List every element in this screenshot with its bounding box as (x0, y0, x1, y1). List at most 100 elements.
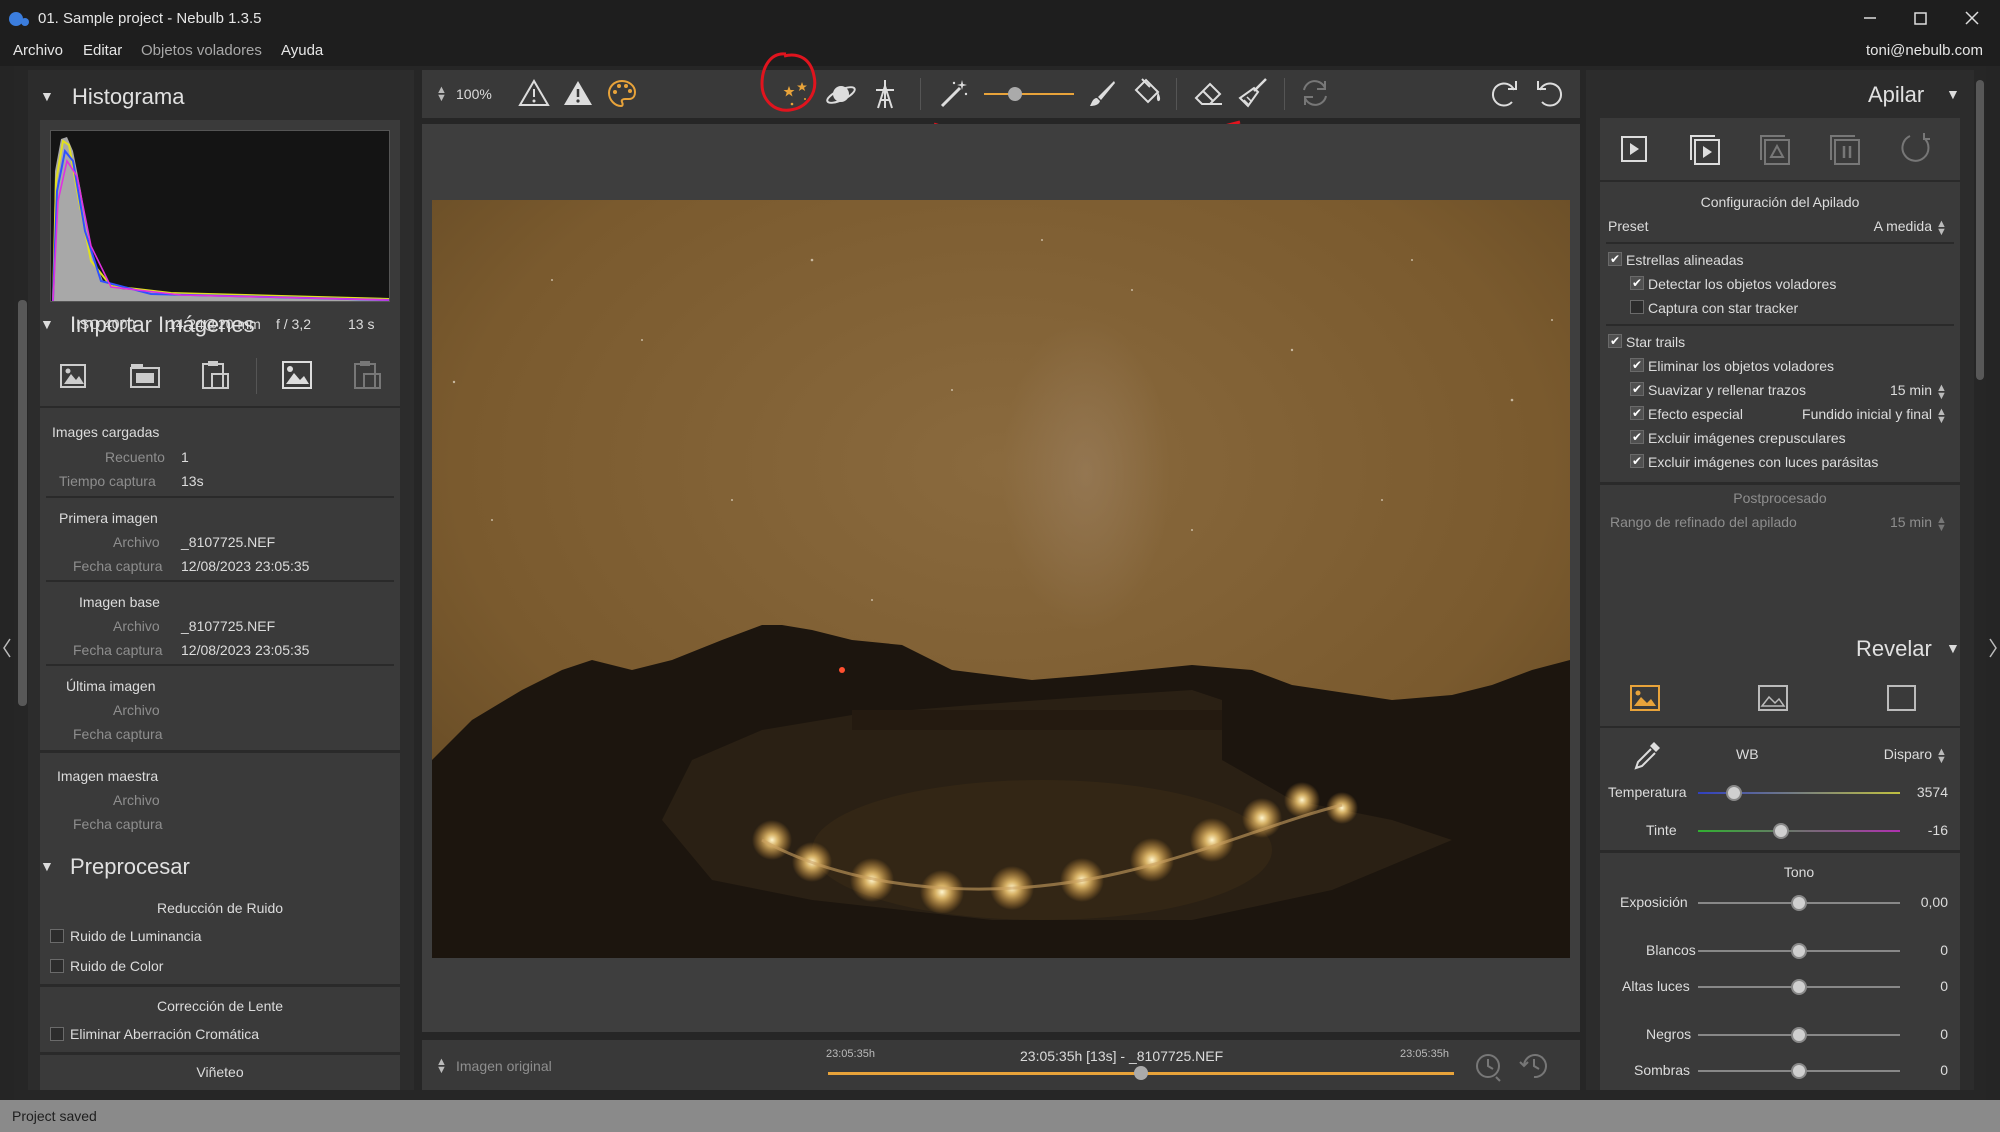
collapse-triangle-icon[interactable]: ▼ (40, 316, 54, 332)
refine-spinner-icon[interactable]: ▲ ▼ (1936, 515, 1947, 534)
exposure-label: Exposición (1620, 894, 1688, 910)
stack-pause-icon[interactable] (1826, 132, 1862, 166)
blacks-value[interactable]: 0 (1890, 1026, 1948, 1042)
develop-photo-icon[interactable] (1628, 682, 1664, 714)
smooth-trails-value[interactable]: 15 min (1820, 382, 1932, 398)
chevron-right-icon[interactable] (1987, 636, 1999, 660)
color-noise-label: Ruido de Color (70, 958, 164, 974)
import-folder-icon[interactable] (128, 360, 162, 392)
temperature-value[interactable]: 3574 (1890, 784, 1948, 800)
image-viewer[interactable] (422, 124, 1580, 1032)
divider (1600, 482, 1960, 485)
stack-play-icon[interactable] (1616, 132, 1652, 166)
palette-icon[interactable] (606, 78, 638, 110)
exposure-thumb[interactable] (1791, 895, 1807, 911)
whites-value[interactable]: 0 (1890, 942, 1948, 958)
smooth-trails-label: Suavizar y rellenar trazos (1648, 382, 1806, 398)
aligned-stars-checkbox[interactable]: ✔ (1608, 252, 1622, 266)
timeline-thumb[interactable] (1134, 1066, 1148, 1080)
maximize-icon[interactable] (1910, 8, 1930, 28)
tint-label: Tinte (1646, 822, 1677, 838)
exposure-value[interactable]: 0,00 (1890, 894, 1948, 910)
history-forward-icon[interactable] (1518, 1050, 1550, 1082)
blacks-thumb[interactable] (1791, 1027, 1807, 1043)
warning-outline-icon[interactable] (518, 78, 550, 108)
aligned-stars-label: Estrellas alineadas (1626, 252, 1744, 268)
view-mode-spinner-icon[interactable]: ▲ ▼ (436, 1057, 447, 1076)
stack-play-multiple-icon[interactable] (1686, 132, 1722, 166)
star-tracker-checkbox[interactable] (1630, 300, 1644, 314)
collapse-triangle-icon[interactable]: ▼ (40, 88, 54, 104)
shadows-thumb[interactable] (1791, 1063, 1807, 1079)
temperature-thumb[interactable] (1726, 785, 1743, 801)
whites-thumb[interactable] (1791, 943, 1807, 959)
exclude-parasitic-checkbox[interactable]: ✔ (1630, 454, 1644, 468)
tint-thumb[interactable] (1772, 823, 1789, 839)
zoom-level[interactable]: 100% (456, 86, 492, 102)
special-effect-value[interactable]: Fundido inicial y final (1760, 406, 1932, 422)
first-file-label: Archivo (113, 534, 160, 550)
menu-archivo[interactable]: Archivo (13, 42, 63, 59)
star-trails-checkbox[interactable]: ✔ (1608, 334, 1622, 348)
vignette-heading[interactable]: Viñeteo (40, 1064, 400, 1080)
master-image-icon[interactable] (280, 358, 314, 392)
history-back-icon[interactable] (1472, 1050, 1504, 1082)
refine-range-value[interactable]: 15 min (1820, 514, 1932, 530)
exclude-twilight-checkbox[interactable]: ✔ (1630, 430, 1644, 444)
menu-objetos-voladores[interactable]: Objetos voladores (141, 42, 262, 59)
last-file-label: Archivo (113, 702, 160, 718)
view-mode[interactable]: Imagen original (456, 1058, 552, 1074)
warning-filled-icon[interactable] (562, 78, 594, 108)
effect-spinner-icon[interactable]: ▲ ▼ (1936, 407, 1947, 426)
collapse-triangle-icon[interactable]: ▼ (1946, 640, 1960, 656)
eyedropper-icon[interactable] (1630, 738, 1664, 772)
clear-images-icon[interactable] (350, 358, 384, 392)
chromatic-aberration-checkbox[interactable] (50, 1027, 64, 1041)
collapse-triangle-icon[interactable]: ▼ (40, 858, 54, 874)
stack-title: Apilar (1868, 82, 1925, 107)
zoom-spinner-icon[interactable]: ▲ ▼ (436, 85, 447, 104)
left-collapse-strip[interactable] (0, 66, 14, 1100)
preset-value[interactable]: A medida (1760, 218, 1932, 234)
menu-editar[interactable]: Editar (83, 42, 122, 59)
tint-value[interactable]: -16 (1890, 822, 1948, 838)
base-date-label: Fecha captura (73, 642, 163, 658)
wb-value[interactable]: Disparo (1800, 746, 1932, 762)
detect-flying-objects-checkbox[interactable]: ✔ (1630, 276, 1644, 290)
import-darks-icon[interactable] (198, 358, 232, 392)
left-scrollbar[interactable] (18, 300, 27, 706)
smooth-trails-checkbox[interactable]: ✔ (1630, 382, 1644, 396)
title-bar: 01. Sample project - Nebulb 1.3.5 (0, 0, 2000, 38)
wb-spinner-icon[interactable]: ▲ ▼ (1936, 747, 1947, 766)
develop-crop-icon[interactable] (1884, 682, 1920, 714)
chevron-left-icon[interactable] (1, 636, 13, 660)
stack-trails-icon[interactable] (1756, 132, 1792, 166)
user-account[interactable]: toni@nebulb.com (1866, 42, 1983, 59)
preset-spinner-icon[interactable]: ▲ ▼ (1936, 219, 1947, 238)
menu-ayuda[interactable]: Ayuda (281, 42, 323, 59)
luminance-noise-checkbox[interactable] (50, 929, 64, 943)
collapse-triangle-icon[interactable]: ▼ (1946, 86, 1960, 102)
shadows-value[interactable]: 0 (1890, 1062, 1948, 1078)
undo-icon[interactable] (1532, 76, 1566, 110)
last-image-heading: Última imagen (66, 678, 156, 694)
divider (40, 750, 400, 753)
color-noise-checkbox[interactable] (50, 959, 64, 973)
right-scrollbar[interactable] (1976, 80, 1984, 380)
remove-flying-objects-checkbox[interactable]: ✔ (1630, 358, 1644, 372)
close-icon[interactable] (1962, 8, 1982, 28)
tint-track[interactable] (1698, 830, 1900, 832)
highlights-value[interactable]: 0 (1890, 978, 1948, 994)
right-collapse-strip[interactable] (1986, 66, 2000, 1100)
import-images-icon[interactable] (58, 360, 90, 392)
develop-image-icon[interactable] (1756, 682, 1792, 714)
special-effect-checkbox[interactable]: ✔ (1630, 406, 1644, 420)
minimize-icon[interactable] (1860, 8, 1880, 28)
redo-icon[interactable] (1488, 76, 1522, 110)
refresh-icon[interactable] (1298, 76, 1332, 110)
smooth-spinner-icon[interactable]: ▲ ▼ (1936, 383, 1947, 402)
highlights-thumb[interactable] (1791, 979, 1807, 995)
night-photo[interactable] (432, 200, 1570, 958)
capture-time-label: Tiempo captura (59, 473, 156, 489)
stack-reset-icon[interactable] (1898, 130, 1934, 166)
